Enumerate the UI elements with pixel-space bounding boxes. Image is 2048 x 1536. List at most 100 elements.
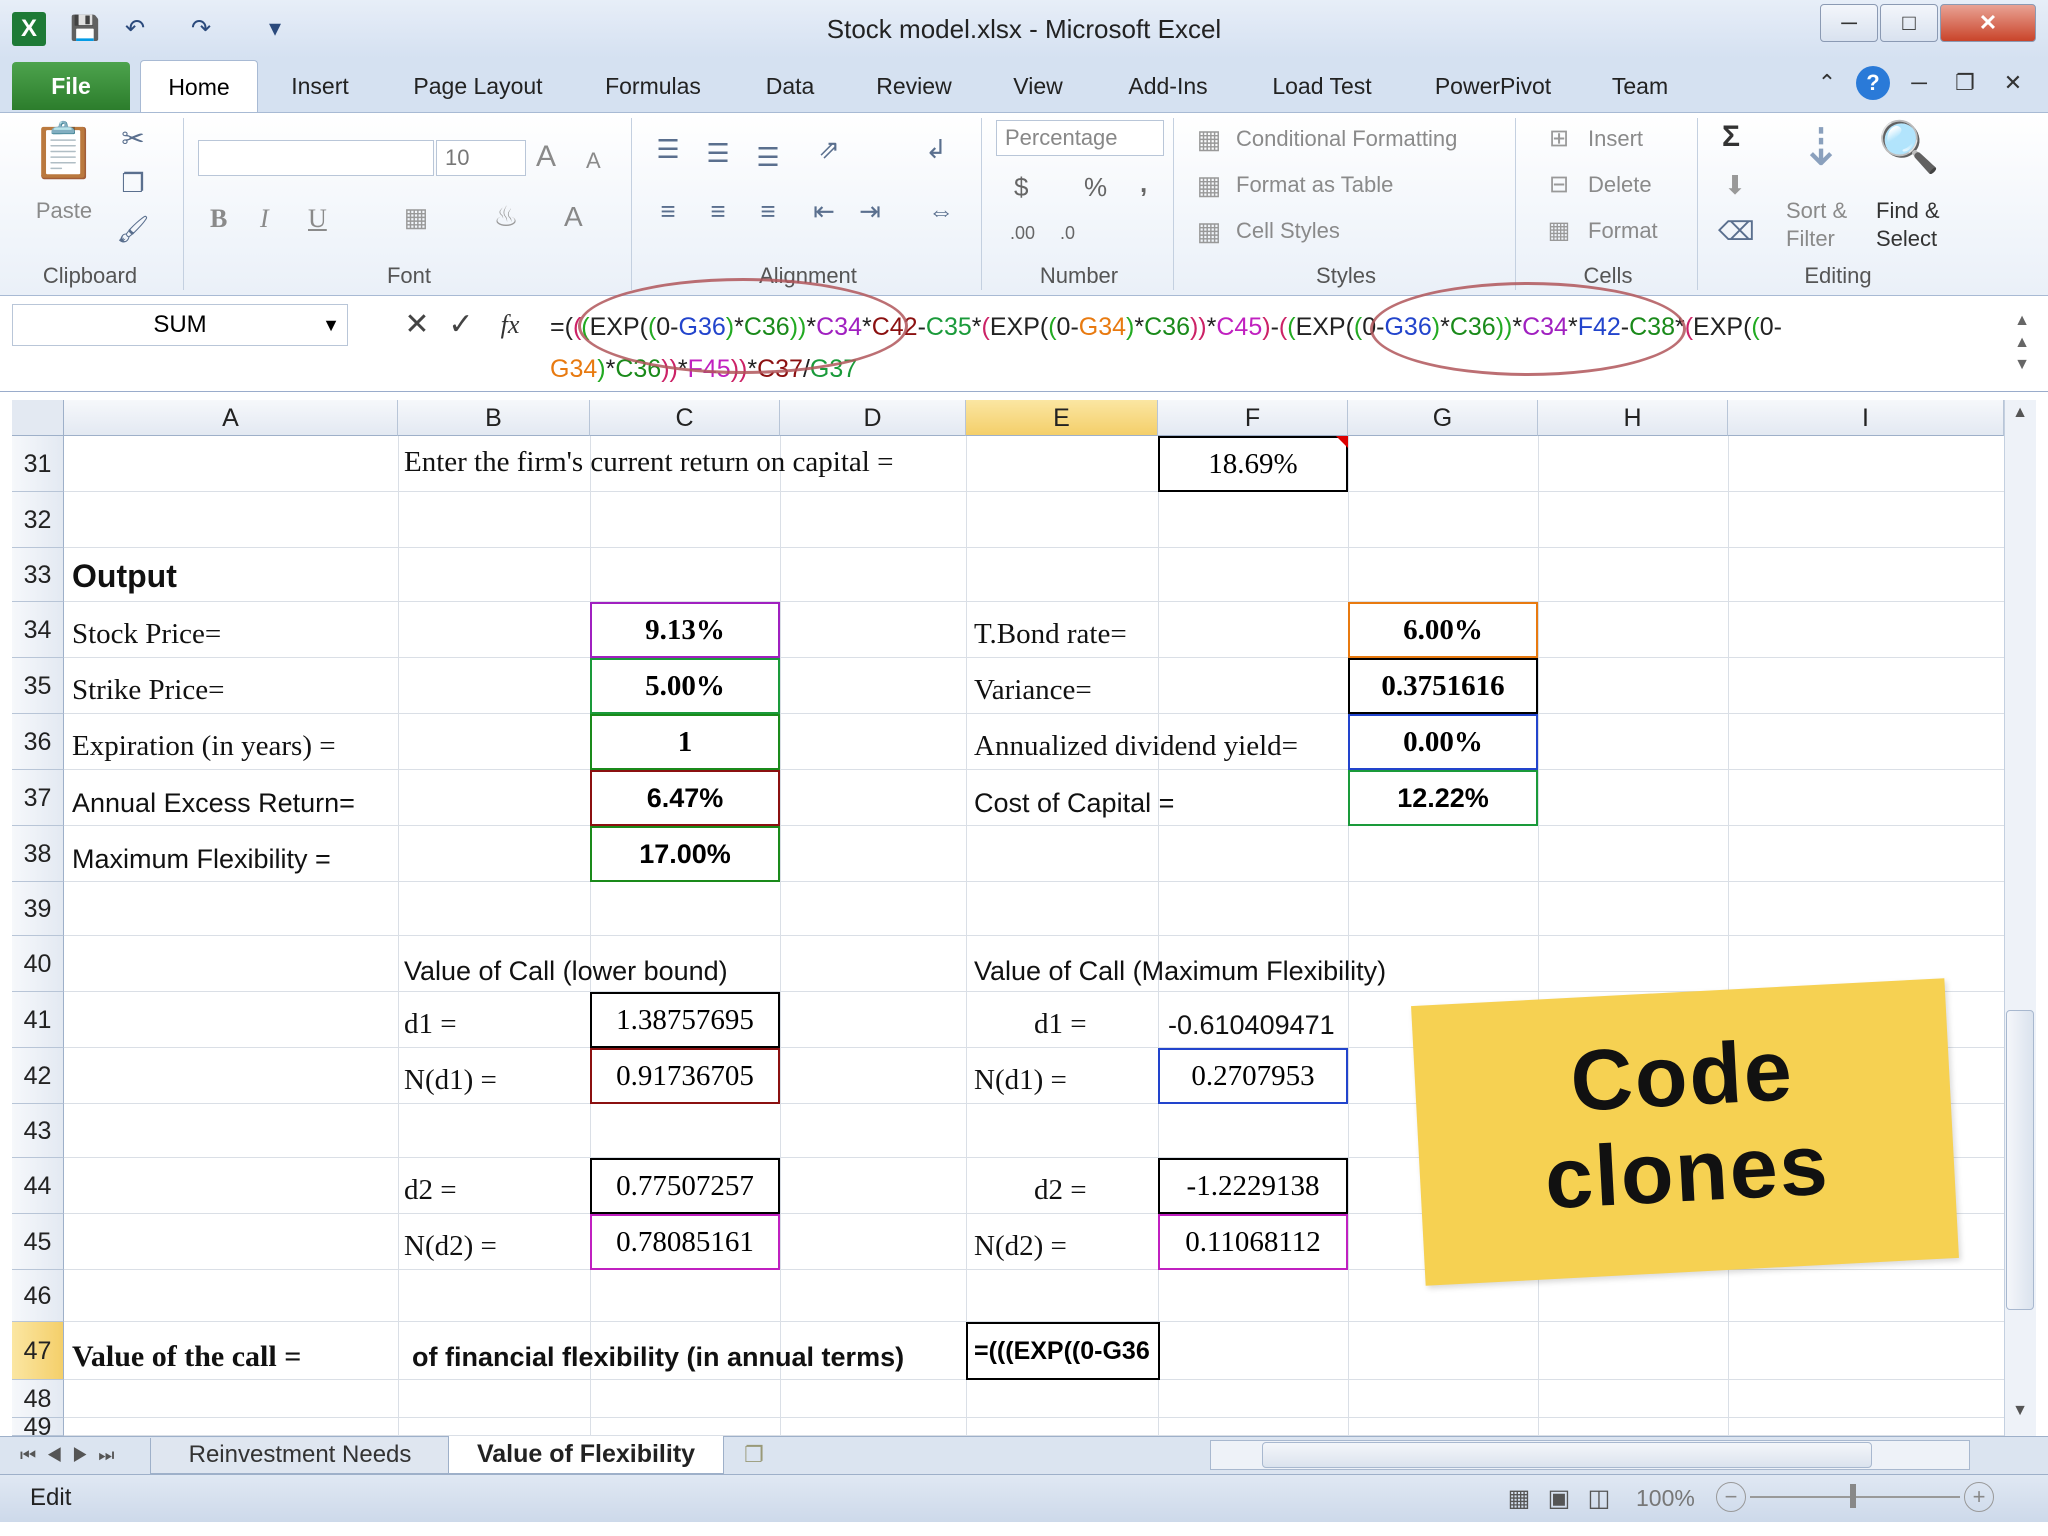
column-header-d[interactable]: D [780, 400, 966, 436]
font-name-combo[interactable] [198, 140, 434, 176]
cell-a36[interactable]: Expiration (in years) = [72, 730, 336, 763]
delete-button[interactable]: Delete [1588, 170, 1652, 200]
column-header-e[interactable]: E [966, 400, 1158, 436]
cell-e37[interactable]: Cost of Capital = [974, 788, 1174, 819]
row-header-41[interactable]: 41 [12, 992, 64, 1048]
row-header-37[interactable]: 37 [12, 770, 64, 826]
format-painter-icon[interactable]: 🖌 [116, 214, 150, 248]
row-header-46[interactable]: 46 [12, 1270, 64, 1322]
column-header-c[interactable]: C [590, 400, 780, 436]
align-left-icon[interactable]: ≡ [648, 196, 688, 227]
row-header-47[interactable]: 47 [12, 1322, 64, 1380]
format-button[interactable]: Format [1588, 216, 1658, 246]
font-size-combo[interactable]: 10 [436, 140, 526, 176]
scroll-down-icon[interactable]: ▼ [2006, 1402, 2034, 1430]
shrink-font-icon[interactable]: A [586, 146, 601, 176]
cell-a38[interactable]: Maximum Flexibility = [72, 844, 331, 875]
tab-formulas[interactable]: Formulas [588, 62, 718, 110]
column-header-h[interactable]: H [1538, 400, 1728, 436]
row-header-35[interactable]: 35 [12, 658, 64, 714]
insert-function-icon[interactable]: fx [490, 306, 530, 344]
undo-icon[interactable]: ↶ [118, 12, 152, 46]
row-header-40[interactable]: 40 [12, 936, 64, 992]
tab-load-test[interactable]: Load Test [1258, 62, 1386, 110]
cell-g35[interactable]: 0.3751616 [1348, 658, 1538, 714]
row-header-32[interactable]: 32 [12, 492, 64, 548]
redo-icon[interactable]: ↷ [184, 12, 218, 46]
cell-e34[interactable]: T.Bond rate= [974, 618, 1127, 651]
close-icon[interactable]: ✕ [1940, 4, 2036, 42]
row-header-43[interactable]: 43 [12, 1104, 64, 1158]
cell-f42[interactable]: 0.2707953 [1158, 1048, 1348, 1104]
workbook-restore-icon[interactable]: ❐ [1948, 66, 1982, 100]
cell-e40[interactable]: Value of Call (Maximum Flexibility) [974, 956, 1386, 987]
row-header-39[interactable]: 39 [12, 882, 64, 936]
tab-data[interactable]: Data [746, 62, 834, 110]
conditional-formatting-button[interactable]: Conditional Formatting [1236, 124, 1457, 154]
zoom-in-icon[interactable]: + [1964, 1482, 1994, 1512]
tab-powerpivot[interactable]: PowerPivot [1418, 62, 1568, 110]
formula-bar-scroll-icon[interactable]: ▲ ▲ ▼ [2008, 310, 2036, 380]
insert-button[interactable]: Insert [1588, 124, 1643, 154]
tab-team[interactable]: Team [1598, 62, 1682, 110]
tab-review[interactable]: Review [862, 62, 966, 110]
align-bottom-icon[interactable]: ☰ [748, 142, 788, 173]
zoom-level[interactable]: 100% [1636, 1480, 1695, 1516]
tab-insert[interactable]: Insert [270, 62, 370, 110]
font-color-button[interactable]: A [564, 202, 583, 232]
tab-home[interactable]: Home [140, 60, 258, 114]
decrease-indent-icon[interactable]: ⇤ [804, 196, 844, 227]
paste-button[interactable]: Paste [20, 196, 108, 226]
currency-button[interactable]: $ [1014, 172, 1028, 202]
cell-a37[interactable]: Annual Excess Return= [72, 788, 355, 819]
cell-c45[interactable]: 0.78085161 [590, 1214, 780, 1270]
grow-font-icon[interactable]: A [536, 142, 556, 172]
cell-g37[interactable]: 12.22% [1348, 770, 1538, 826]
zoom-out-icon[interactable]: − [1716, 1482, 1746, 1512]
column-header-b[interactable]: B [398, 400, 590, 436]
cell-a35[interactable]: Strike Price= [72, 674, 224, 707]
quick-access-dropdown-icon[interactable]: ▾ [258, 12, 292, 46]
cell-b44[interactable]: d2 = [404, 1174, 457, 1207]
cell-c41[interactable]: 1.38757695 [590, 992, 780, 1048]
tab-page-layout[interactable]: Page Layout [398, 62, 558, 110]
align-center-icon[interactable]: ≡ [698, 196, 738, 227]
italic-button[interactable]: I [260, 204, 269, 234]
column-header-f[interactable]: F [1158, 400, 1348, 436]
cell-g36[interactable]: 0.00% [1348, 714, 1538, 770]
name-box-dropdown-icon[interactable]: ▼ [318, 308, 344, 342]
cell-b40[interactable]: Value of Call (lower bound) [404, 956, 728, 987]
comma-button[interactable]: , [1140, 168, 1147, 198]
cell-styles-button[interactable]: Cell Styles [1236, 216, 1340, 246]
cell-a47[interactable]: Value of the call = [72, 1340, 301, 1374]
cell-c35[interactable]: 5.00% [590, 658, 780, 714]
cell-b47[interactable]: of financial flexibility (in annual term… [412, 1342, 904, 1373]
row-header-44[interactable]: 44 [12, 1158, 64, 1214]
bold-button[interactable]: B [210, 204, 227, 234]
cell-b45[interactable]: N(d2) = [404, 1230, 497, 1263]
fill-icon[interactable]: ⬇ [1718, 170, 1752, 201]
cell-c37[interactable]: 6.47% [590, 770, 780, 826]
help-icon[interactable]: ? [1856, 66, 1890, 100]
row-header-36[interactable]: 36 [12, 714, 64, 770]
column-header-g[interactable]: G [1348, 400, 1538, 436]
cell-e44[interactable]: d2 = [1034, 1174, 1087, 1207]
row-header-34[interactable]: 34 [12, 602, 64, 658]
sort-filter-label-2[interactable]: Filter [1786, 224, 1835, 254]
sheet-nav-icon[interactable]: ⏮◀▶⏭ [20, 1440, 140, 1470]
vertical-scroll-thumb[interactable] [2006, 1010, 2034, 1310]
insert-sheet-icon[interactable]: ❐ [736, 1440, 772, 1470]
number-format-combo[interactable]: Percentage [996, 120, 1164, 156]
borders-icon[interactable]: ▦ [396, 202, 436, 238]
cell-f44[interactable]: -1.2229138 [1158, 1158, 1348, 1214]
workbook-close-icon[interactable]: ✕ [1996, 66, 2030, 100]
row-header-49[interactable]: 49 [12, 1415, 64, 1440]
copy-icon[interactable]: ❐ [116, 168, 150, 202]
merge-center-icon[interactable]: ⇔ [916, 196, 966, 227]
cell-c44[interactable]: 0.77507257 [590, 1158, 780, 1214]
fill-color-icon[interactable]: ♨ [486, 200, 526, 236]
cell-b31[interactable]: Enter the firm's current return on capit… [404, 446, 893, 479]
cell-c34[interactable]: 9.13% [590, 602, 780, 658]
row-header-38[interactable]: 38 [12, 826, 64, 882]
column-header-a[interactable]: A [64, 400, 398, 436]
